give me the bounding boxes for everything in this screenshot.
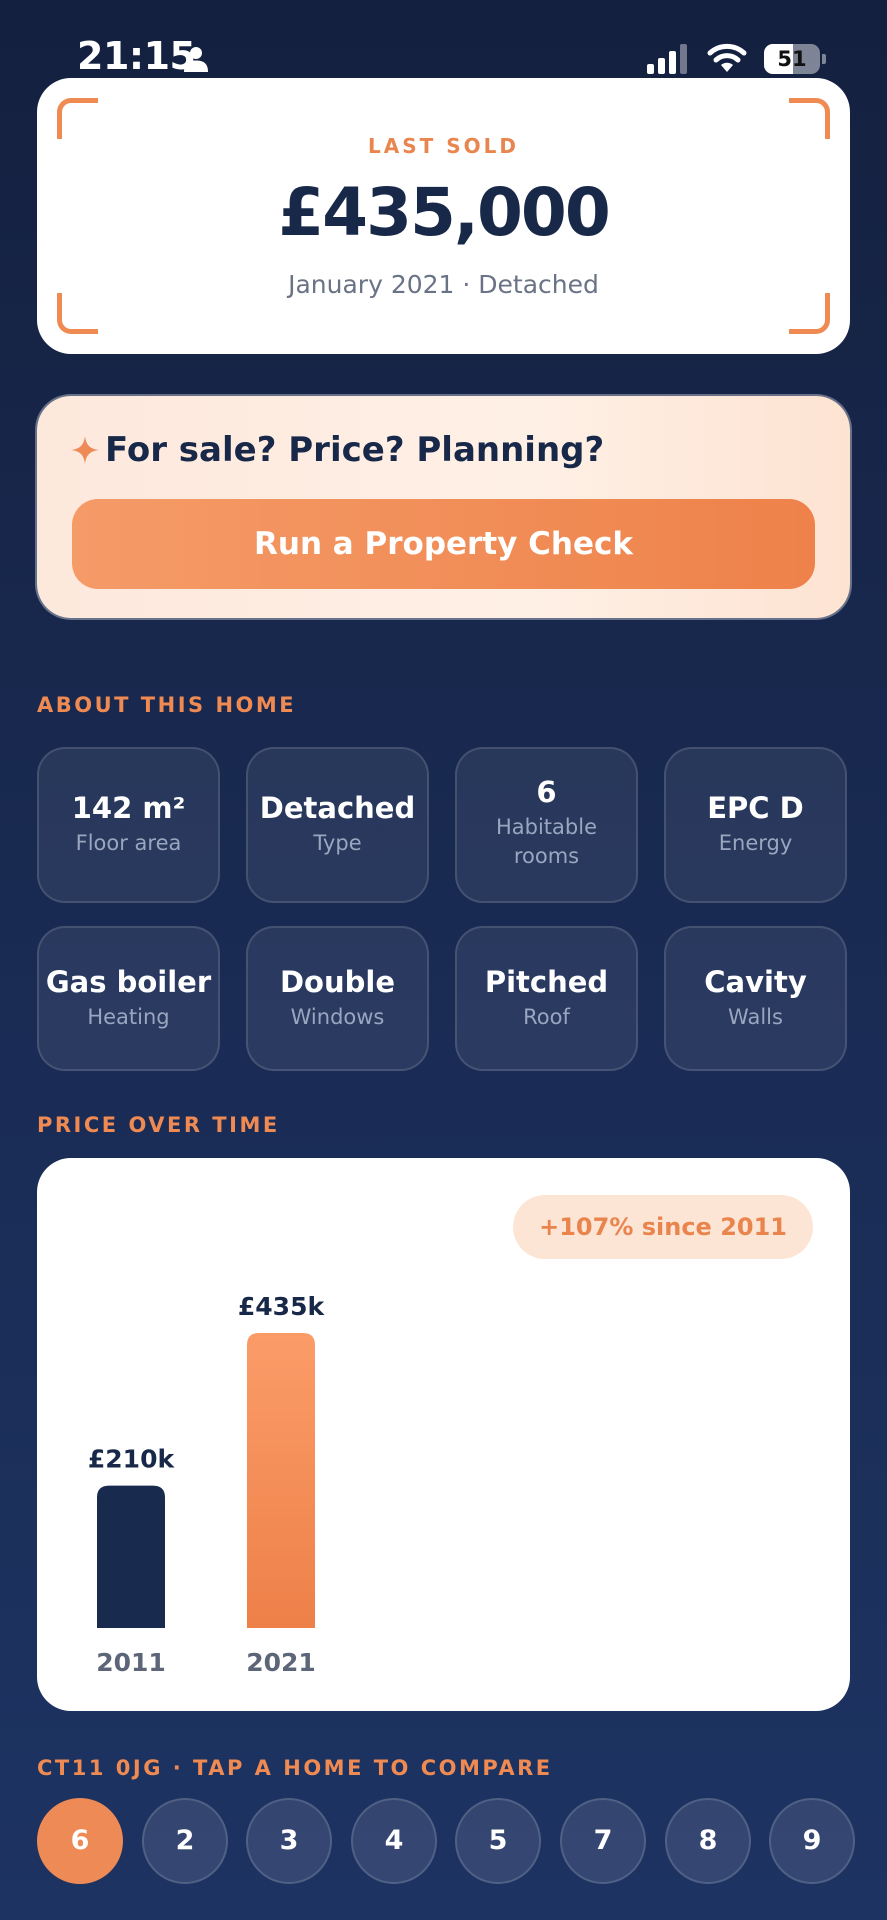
frame-corner [57,98,98,139]
frame-corner [57,293,98,334]
person-icon [184,47,208,72]
about-heading: ABOUT THIS HOME [37,693,297,717]
tile-value: EPC D [707,791,804,825]
tile-label: Heating [87,1005,170,1029]
tile-habitable-rooms: 6 Habitable rooms [455,747,638,903]
bar-value-label: £435k [238,1292,326,1321]
tile-value: Pitched [484,965,609,999]
wifi-icon [707,43,747,72]
compare-home-button[interactable]: 2 [142,1798,228,1884]
frame-corner [789,98,830,139]
battery-indicator: 51 [764,44,826,74]
compare-heading: CT11 0JG · TAP A HOME TO COMPARE [37,1756,553,1780]
compare-home-button[interactable]: 6 [37,1798,123,1884]
tile-label: Habitable rooms [495,815,597,868]
run-property-check-button[interactable]: Run a Property Check [72,499,815,589]
compare-home-button[interactable]: 9 [769,1798,855,1884]
tile-value: Double [279,965,395,999]
tile-roof: Pitched Roof [455,926,638,1071]
compare-home-button[interactable]: 7 [560,1798,646,1884]
price-chart-card: +107% since 2011 £210k 2011 £435k 2021 [37,1158,850,1711]
tile-value: 6 [536,775,557,809]
sparkle-icon [71,436,99,464]
tile-value: Cavity [704,965,807,999]
tile-label: Roof [523,1005,570,1029]
price-chart: £210k 2011 £435k 2021 [88,1292,326,1677]
property-check-prompt: For sale? Price? Planning? [105,430,605,470]
price-over-time-heading: PRICE OVER TIME [37,1113,280,1137]
bar-category-label: 2021 [246,1648,316,1677]
tile-value: Gas boiler [45,965,212,999]
tile-windows: Double Windows [246,926,429,1071]
tile-heating: Gas boiler Heating [37,926,220,1071]
last-sold-label: LAST SOLD [368,134,519,158]
bar-value-label: £210k [88,1445,176,1474]
tile-walls: Cavity Walls [664,926,847,1071]
compare-home-button[interactable]: 4 [351,1798,437,1884]
last-sold-card: LAST SOLD £435,000 January 2021 · Detach… [37,78,850,354]
bar-2021 [247,1333,315,1628]
bar-category-label: 2011 [96,1648,166,1677]
battery-level: 51 [777,47,807,71]
status-time: 21:15 [77,34,196,78]
bar-2011 [97,1485,165,1628]
property-check-card: For sale? Price? Planning? Run a Propert… [37,396,850,618]
tile-label: Floor area [75,831,182,855]
last-sold-price: £435,000 [278,174,611,251]
tile-label: Walls [728,1005,783,1029]
tile-value: Detached [259,791,416,825]
tile-value: 142 m² [71,791,186,825]
tile-label: Windows [290,1005,385,1029]
compare-home-button[interactable]: 3 [246,1798,332,1884]
tile-floor-area: 142 m² Floor area [37,747,220,903]
last-sold-subtitle: January 2021 · Detached [288,270,599,299]
tile-energy: EPC D Energy [664,747,847,903]
cellular-signal-icon [647,44,687,74]
frame-corner [789,293,830,334]
compare-home-button[interactable]: 8 [665,1798,751,1884]
compare-home-button[interactable]: 5 [455,1798,541,1884]
tile-label: Type [313,831,362,855]
tile-type: Detached Type [246,747,429,903]
tile-label: Energy [718,831,793,855]
